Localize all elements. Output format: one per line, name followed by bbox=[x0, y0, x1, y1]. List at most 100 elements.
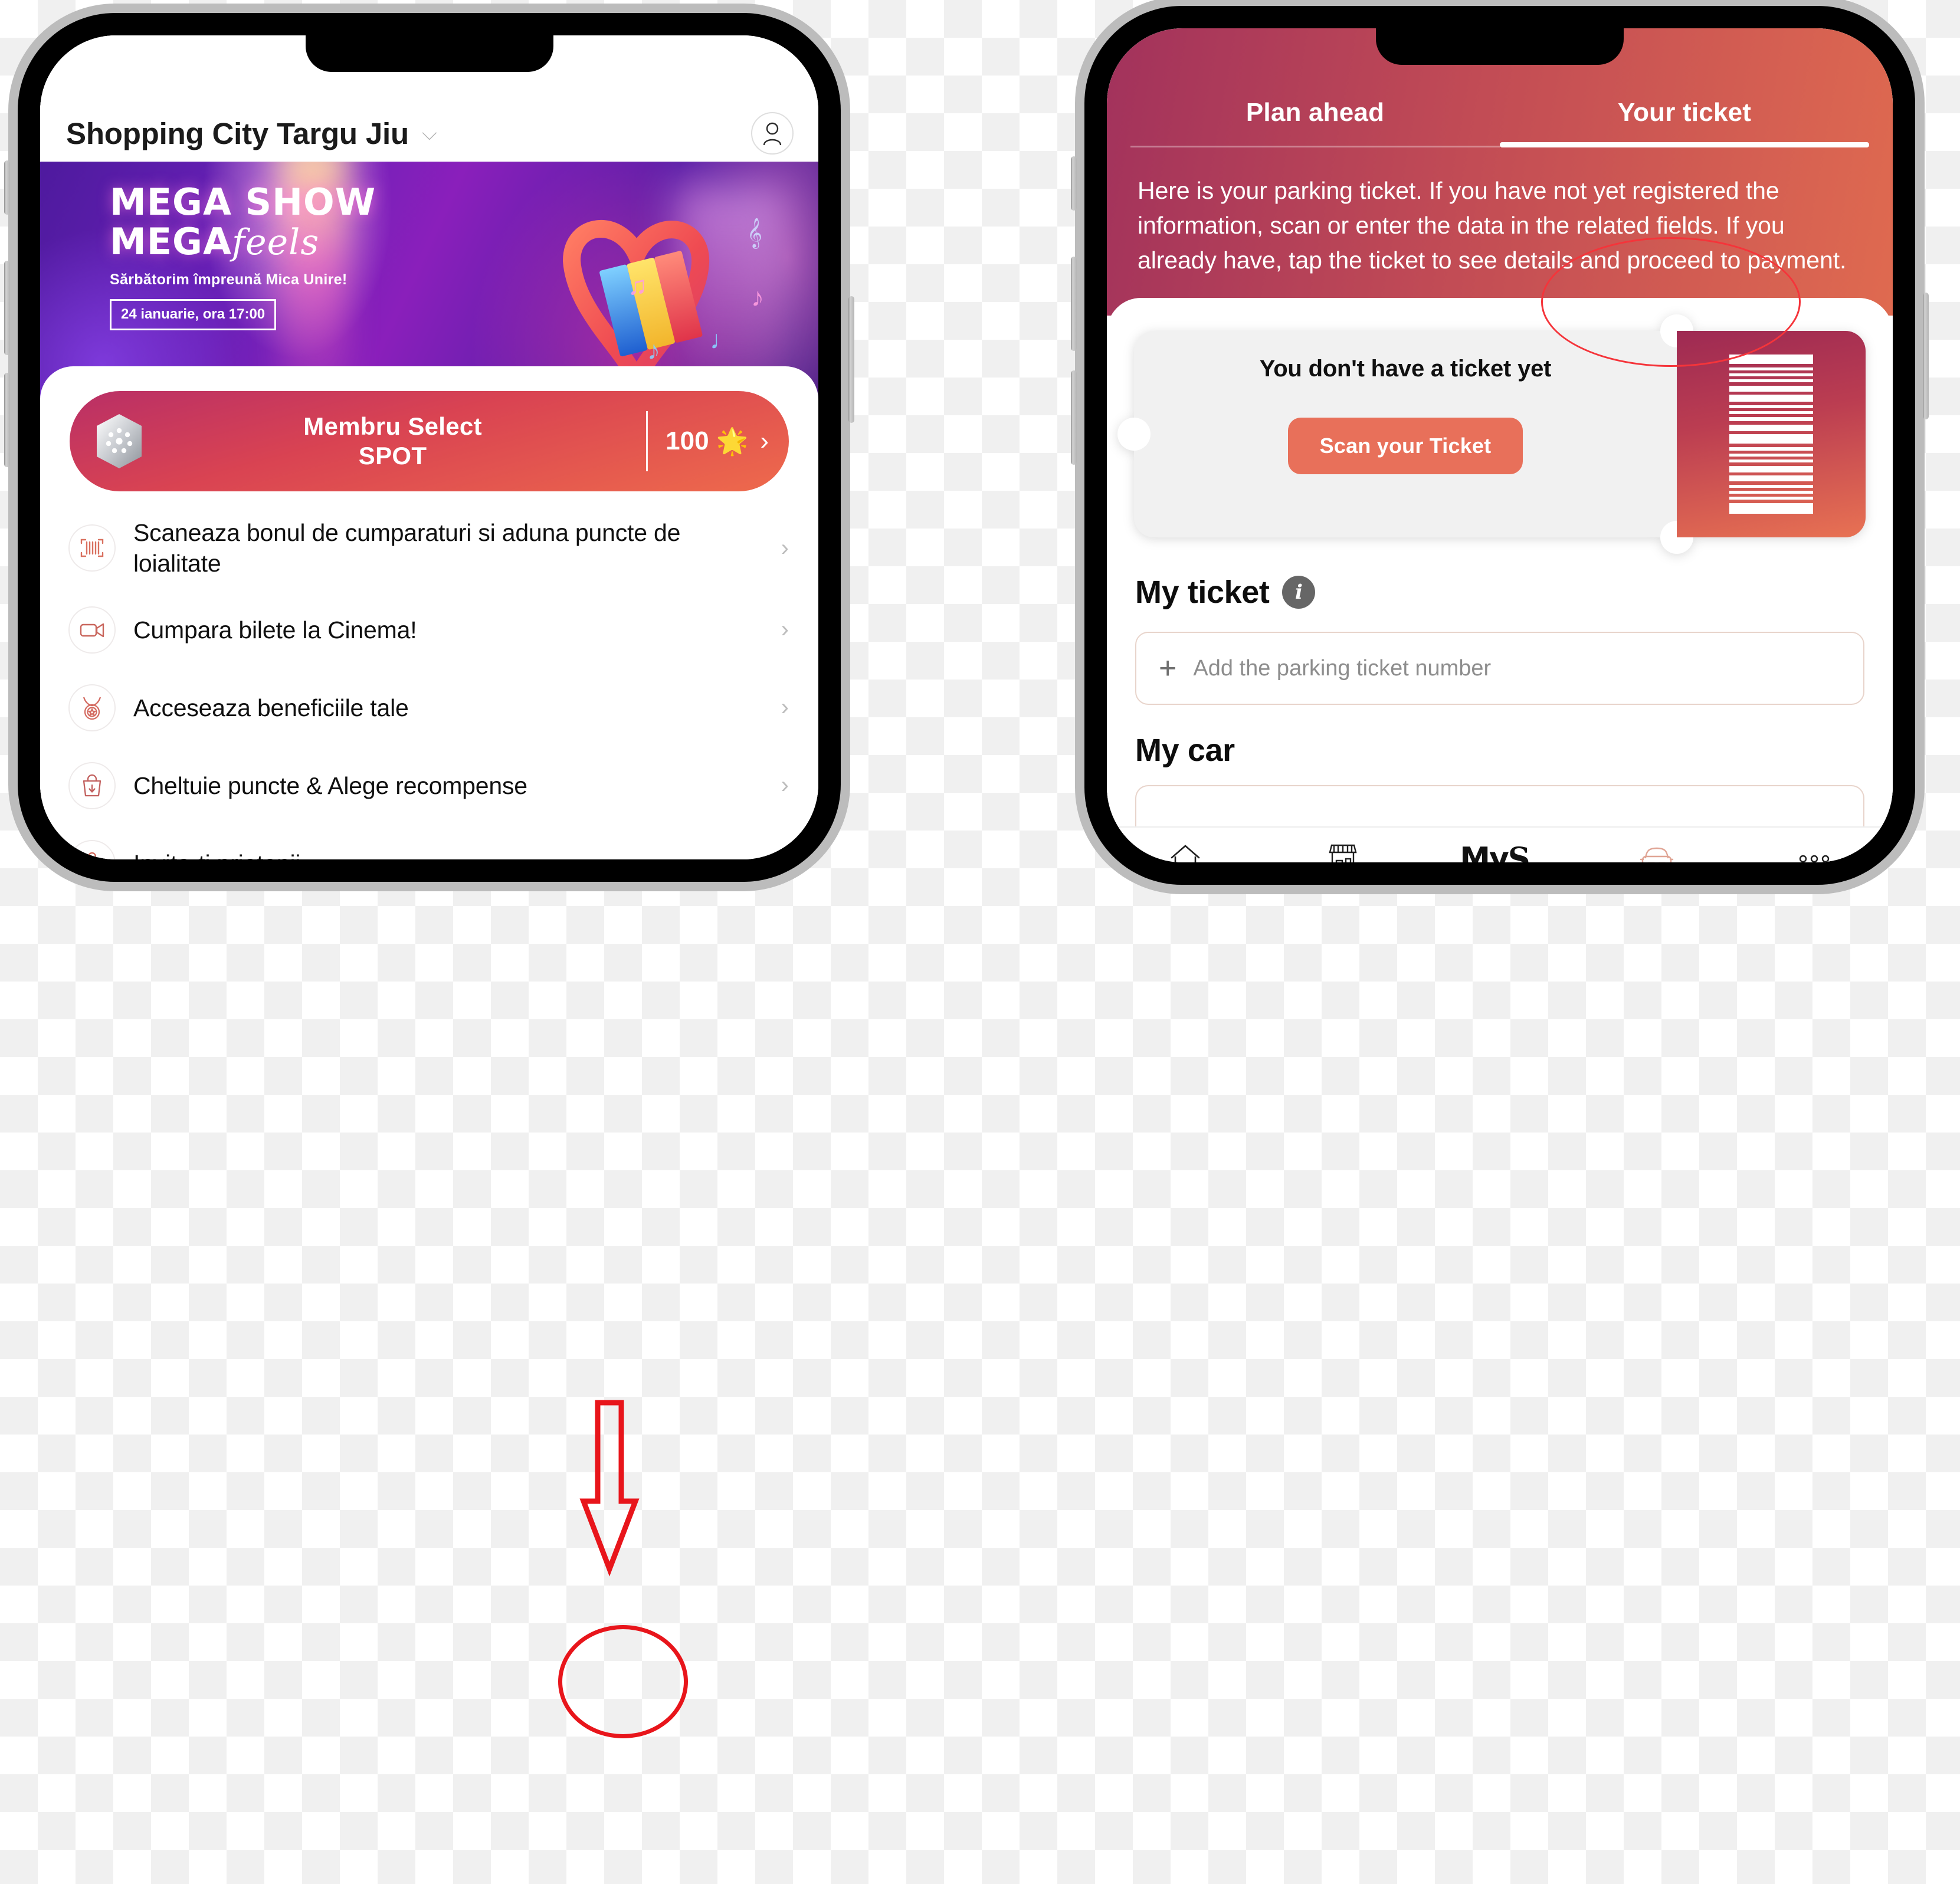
membership-points: 100 🌟 bbox=[648, 426, 750, 457]
my-ticket-heading: My ticket bbox=[1135, 575, 1270, 611]
device-button-volume-up bbox=[1071, 257, 1077, 351]
add-ticket-number-field[interactable]: + Add the parking ticket number bbox=[1135, 632, 1864, 705]
phone-device-left: Shopping City Targu Jiu ⌵ ♫ 𝄞 ♪ ♩ ♪ MEGA… bbox=[4, 13, 854, 882]
myspot-wordmark: My bbox=[1460, 841, 1509, 862]
banner-subtitle: Sărbătorim împreună Mica Unire! bbox=[110, 271, 348, 288]
my-car-section-header: My car bbox=[1107, 705, 1893, 769]
shopping-bag-glyph bbox=[83, 774, 101, 797]
car-glyph bbox=[1640, 847, 1674, 862]
video-camera-icon bbox=[68, 606, 116, 654]
list-item[interactable]: Scaneaza bonul de cumparaturi si aduna p… bbox=[40, 506, 818, 591]
tab-more[interactable]: More bbox=[1736, 841, 1893, 862]
membership-badge-icon bbox=[97, 414, 142, 468]
banner-line-1: MEGA SHOW bbox=[110, 180, 376, 224]
list-item-label: Scaneaza bonul de cumparaturi si aduna p… bbox=[133, 519, 681, 577]
device-notch bbox=[1376, 28, 1624, 65]
annotation-arrow-down bbox=[579, 1400, 640, 1577]
more-dots-icon bbox=[1797, 841, 1831, 862]
banner-date-badge: 24 ianuarie, ora 17:00 bbox=[110, 298, 277, 330]
account-icon[interactable] bbox=[751, 112, 794, 155]
chevron-right-icon[interactable]: › bbox=[760, 426, 769, 456]
home-icon bbox=[1169, 841, 1202, 862]
list-item[interactable]: Cheltuie puncte & Alege recompense › bbox=[40, 747, 818, 825]
banner-text-block: MEGA SHOW MEGAfeels Sărbătorim împreună … bbox=[110, 183, 376, 330]
banner-line-2: MEGAfeels bbox=[110, 221, 376, 263]
tab-your-ticket[interactable]: Your ticket bbox=[1500, 98, 1869, 147]
barcode-glyph bbox=[1729, 355, 1813, 514]
list-item[interactable]: Invita-ti prietenii › bbox=[40, 825, 818, 859]
myspot-s-glyph: S. bbox=[1507, 841, 1540, 862]
list-item[interactable]: Cumpara bilete la Cinema! › bbox=[40, 591, 818, 669]
chevron-right-icon[interactable]: › bbox=[781, 850, 789, 859]
chevron-right-icon[interactable]: › bbox=[781, 772, 789, 799]
music-note-icon-4: ♪ bbox=[647, 336, 660, 365]
myspot-logo-icon: My S. bbox=[1460, 841, 1539, 862]
info-icon[interactable]: i bbox=[1282, 576, 1316, 609]
person-glyph bbox=[763, 122, 782, 146]
music-note-icon-2: ♪ bbox=[751, 283, 764, 312]
annotation-circle-parcare bbox=[558, 1625, 688, 1738]
treble-clef-icon: 𝄞 bbox=[746, 218, 762, 247]
list-item-label: Cheltuie puncte & Alege recompense bbox=[133, 772, 527, 799]
device-button-volume-down bbox=[1071, 370, 1077, 465]
ticket-sheet: You don't have a ticket yet Scan your Ti… bbox=[1107, 298, 1893, 862]
promo-banner[interactable]: ♫ 𝄞 ♪ ♩ ♪ MEGA SHOW MEGAfeels Sărbătorim… bbox=[40, 162, 818, 401]
list-item-label: Acceseaza beneficiile tale bbox=[133, 694, 409, 721]
membership-tier-line-2: SPOT bbox=[358, 442, 427, 470]
music-note-icon-1: ♫ bbox=[628, 271, 647, 300]
ticket-card-body: You don't have a ticket yet Scan your Ti… bbox=[1117, 314, 1693, 554]
list-item[interactable]: Acceseaza beneficiile tale › bbox=[40, 669, 818, 747]
ticket-empty-title: You don't have a ticket yet bbox=[1259, 356, 1552, 382]
device-button-power bbox=[1923, 293, 1929, 419]
barcode-icon bbox=[1677, 331, 1866, 538]
page-title: Shopping City Targu Jiu bbox=[66, 116, 409, 150]
screen-right: Plan ahead Your ticket Here is your park… bbox=[1107, 28, 1893, 862]
tab-stores[interactable]: Stores bbox=[1264, 841, 1421, 862]
parking-header: Plan ahead Your ticket Here is your park… bbox=[1107, 28, 1893, 316]
app-header: Shopping City Targu Jiu ⌵ bbox=[40, 105, 818, 162]
screen-left: Shopping City Targu Jiu ⌵ ♫ 𝄞 ♪ ♩ ♪ MEGA… bbox=[40, 35, 818, 859]
car-icon bbox=[1638, 841, 1675, 862]
quick-actions-list: Scaneaza bonul de cumparaturi si aduna p… bbox=[40, 506, 818, 859]
shopping-bag-download-icon bbox=[68, 762, 116, 809]
device-notch bbox=[305, 35, 553, 72]
store-glyph bbox=[1329, 844, 1357, 862]
ticket-card[interactable]: You don't have a ticket yet Scan your Ti… bbox=[1117, 314, 1866, 554]
phone-device-right: Plan ahead Your ticket Here is your park… bbox=[1071, 6, 1929, 885]
content-sheet: Membru Select SPOT 100 🌟 › Scaneaza bonu… bbox=[40, 366, 818, 859]
my-car-field-partial[interactable] bbox=[1135, 785, 1864, 827]
tab-plan-ahead[interactable]: Plan ahead bbox=[1130, 98, 1500, 147]
list-item-label: Invita-ti prietenii bbox=[133, 848, 781, 859]
my-car-heading: My car bbox=[1135, 733, 1235, 769]
tab-home[interactable]: Home bbox=[1107, 841, 1264, 862]
device-button-volume-up bbox=[4, 261, 10, 355]
chevron-right-icon[interactable]: › bbox=[781, 616, 789, 643]
medal-glyph bbox=[83, 697, 101, 720]
bottom-tab-bar: Home bbox=[1107, 826, 1893, 862]
chevron-down-icon[interactable]: ⌵ bbox=[422, 123, 437, 143]
barcode-scan-icon bbox=[68, 524, 116, 572]
membership-tier: Membru Select SPOT bbox=[139, 412, 646, 470]
tab-label: Plan ahead bbox=[1246, 98, 1385, 127]
chevron-right-icon[interactable]: › bbox=[781, 535, 789, 562]
home-glyph bbox=[1171, 845, 1200, 862]
scan-ticket-button[interactable]: Scan your Ticket bbox=[1287, 418, 1523, 475]
banner-line-2-italic: feels bbox=[231, 221, 320, 263]
store-icon bbox=[1328, 841, 1358, 862]
tab-label: Your ticket bbox=[1617, 98, 1752, 127]
more-dots-glyph bbox=[1799, 855, 1830, 862]
parking-tabs: Plan ahead Your ticket bbox=[1107, 98, 1893, 147]
device-button-power bbox=[848, 296, 854, 423]
parking-description: Here is your parking ticket. If you have… bbox=[1138, 177, 1847, 274]
add-ticket-placeholder: Add the parking ticket number bbox=[1193, 655, 1492, 681]
device-button-mute bbox=[4, 160, 10, 215]
tab-parking[interactable]: Parking bbox=[1578, 841, 1735, 862]
tab-my-spot[interactable]: MyS. My SPOT bbox=[1421, 841, 1578, 862]
chevron-right-icon[interactable]: › bbox=[781, 694, 789, 721]
medal-icon bbox=[68, 684, 116, 731]
barcode-scan-glyph bbox=[80, 539, 104, 557]
ticket-notch bbox=[1117, 418, 1151, 451]
star-icon: 🌟 bbox=[716, 427, 749, 456]
membership-card[interactable]: Membru Select SPOT 100 🌟 › bbox=[70, 391, 789, 491]
music-note-icon-3: ♩ bbox=[710, 326, 736, 355]
